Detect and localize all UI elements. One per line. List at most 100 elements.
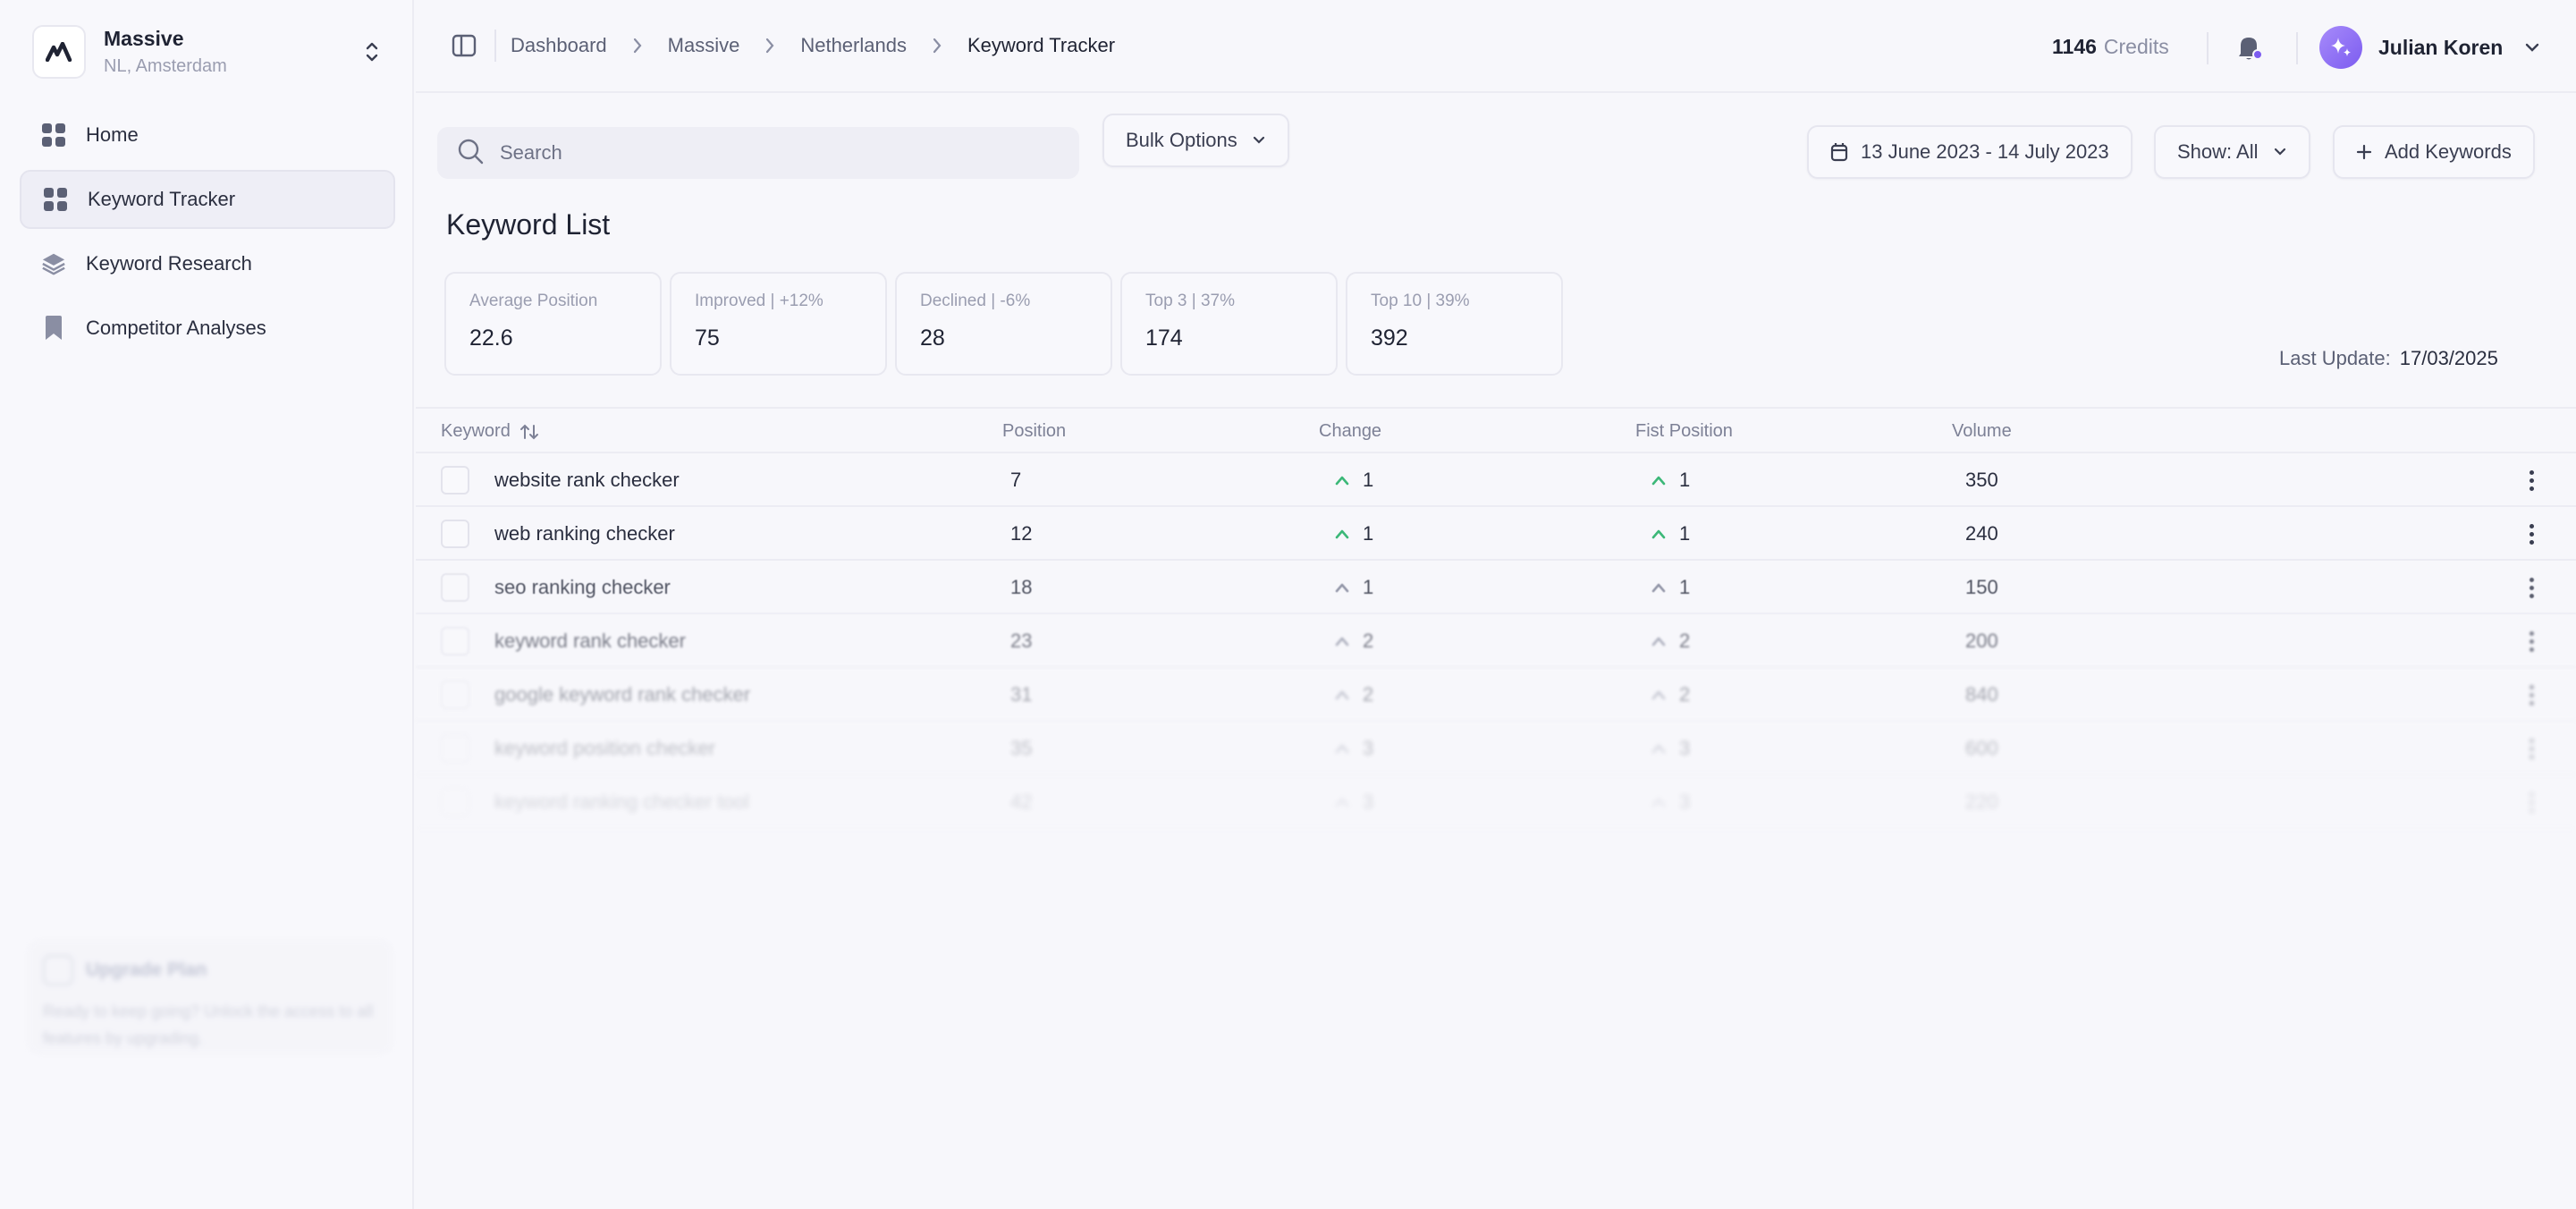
first-position-cell: 2 [1651, 668, 1690, 722]
add-keywords-button[interactable]: Add Keywords [2333, 125, 2535, 179]
bookmark-icon [41, 316, 66, 341]
row-checkbox[interactable] [441, 734, 469, 763]
chevron-right-icon [632, 37, 643, 55]
row-menu-icon[interactable] [2522, 775, 2540, 829]
arrow-up-icon [1334, 582, 1350, 593]
column-header-keyword[interactable]: Keyword [441, 421, 539, 442]
row-checkbox[interactable] [441, 466, 469, 495]
upgrade-plan-card[interactable]: Upgrade Plan Ready to keep going? Unlock… [27, 939, 393, 1055]
table-row[interactable]: keyword rank checker 23 2 2 200 [416, 614, 2576, 668]
stat-card-improved: Improved | +12% 75 [670, 272, 887, 376]
plus-icon [2356, 144, 2372, 160]
date-range-button[interactable]: 13 June 2023 - 14 July 2023 [1807, 125, 2133, 179]
table-header: Keyword Position Change Fist Position Vo… [416, 407, 2576, 453]
row-checkbox[interactable] [441, 788, 469, 816]
row-menu-icon[interactable] [2522, 507, 2540, 561]
position-cell: 12 [1010, 522, 1033, 545]
sidebar-toggle-icon[interactable] [439, 21, 489, 71]
stat-label: Average Position [469, 292, 598, 310]
stat-value: 174 [1145, 326, 1183, 351]
bulk-options-button[interactable]: Bulk Options [1102, 114, 1289, 167]
change-value: 3 [1363, 790, 1374, 813]
table-row[interactable]: seo ranking checker 18 1 1 150 [416, 561, 2576, 614]
divider [2296, 32, 2298, 64]
change-cell: 2 [1334, 668, 1373, 722]
column-header-volume[interactable]: Volume [1952, 421, 2012, 442]
position-cell: 18 [1010, 576, 1033, 598]
last-update-label: Last Update: [2279, 347, 2391, 369]
breadcrumb-massive[interactable]: Massive [668, 34, 740, 57]
keyword-cell: keyword position checker [494, 737, 716, 759]
page-title: Keyword List [446, 208, 611, 241]
keyword-cell: website rank checker [494, 469, 680, 491]
first-position-cell: 1 [1651, 561, 1690, 614]
sidebar-item-home[interactable]: Home [20, 106, 395, 165]
change-value: 1 [1363, 522, 1374, 545]
row-checkbox[interactable] [441, 520, 469, 548]
show-filter-button[interactable]: Show: All [2154, 125, 2310, 179]
arrow-up-icon [1334, 797, 1350, 807]
stat-label: Declined | -6% [920, 292, 1031, 310]
volume-cell: 150 [1965, 576, 1998, 598]
sidebar-item-competitor-analyses[interactable]: Competitor Analyses [20, 299, 395, 358]
first-position-cell: 2 [1651, 614, 1690, 668]
search-bar[interactable] [437, 127, 1079, 179]
avatar [2319, 26, 2362, 69]
first-position-value: 3 [1679, 790, 1691, 813]
arrow-up-icon [1334, 689, 1350, 700]
change-cell: 3 [1334, 722, 1373, 775]
workspace-switcher[interactable]: Massive NL, Amsterdam [20, 13, 395, 91]
change-value: 2 [1363, 683, 1374, 706]
search-input[interactable] [500, 141, 1036, 165]
top-bar: Dashboard Massive Netherlands Keyword Tr… [416, 0, 2576, 93]
row-menu-icon[interactable] [2522, 561, 2540, 614]
calendar-icon [1830, 142, 1848, 162]
bell-icon[interactable] [2234, 32, 2264, 63]
change-cell: 1 [1334, 561, 1373, 614]
table-row[interactable]: web ranking checker 12 1 1 240 [416, 507, 2576, 561]
row-checkbox[interactable] [441, 573, 469, 602]
position-cell: 42 [1010, 790, 1033, 813]
stat-card-top-10: Top 10 | 39% 392 [1346, 272, 1563, 376]
user-menu[interactable]: Julian Koren [2319, 25, 2540, 70]
layers-icon [41, 251, 66, 276]
table-row[interactable]: keyword ranking checker tool 42 3 3 220 [416, 775, 2576, 829]
show-filter-label: Show: All [2177, 140, 2259, 163]
change-value: 1 [1363, 469, 1374, 491]
first-position-value: 2 [1679, 683, 1691, 706]
row-menu-icon[interactable] [2522, 668, 2540, 722]
sidebar-item-keyword-tracker[interactable]: Keyword Tracker [20, 170, 395, 229]
workspace-name: Massive [104, 27, 184, 50]
position-cell: 31 [1010, 683, 1033, 706]
column-header-first-position[interactable]: Fist Position [1635, 421, 1733, 442]
stat-value: 392 [1371, 326, 1408, 351]
row-menu-icon[interactable] [2522, 453, 2540, 507]
arrow-up-icon [1651, 743, 1667, 754]
stat-value: 28 [920, 326, 945, 351]
sidebar-item-keyword-research[interactable]: Keyword Research [20, 234, 395, 293]
add-keywords-label: Add Keywords [2385, 140, 2512, 163]
column-header-position[interactable]: Position [1002, 421, 1066, 442]
keyword-cell: web ranking checker [494, 522, 675, 545]
breadcrumb: Dashboard Massive Netherlands Keyword Tr… [511, 34, 1115, 57]
breadcrumb-netherlands[interactable]: Netherlands [800, 34, 907, 57]
row-menu-icon[interactable] [2522, 614, 2540, 668]
arrow-up-icon [1651, 475, 1667, 486]
row-menu-icon[interactable] [2522, 722, 2540, 775]
last-update: Last Update: 17/03/2025 [2279, 347, 2498, 370]
first-position-value: 3 [1679, 737, 1691, 759]
row-checkbox[interactable] [441, 627, 469, 655]
column-label: Keyword [441, 421, 511, 441]
first-position-value: 2 [1679, 630, 1691, 652]
row-checkbox[interactable] [441, 681, 469, 709]
sidebar-item-label: Competitor Analyses [86, 317, 266, 339]
table-row[interactable]: website rank checker 7 1 1 350 [416, 453, 2576, 507]
volume-cell: 220 [1965, 790, 1998, 813]
table-row[interactable]: keyword position checker 35 3 3 600 [416, 722, 2576, 775]
breadcrumb-dashboard[interactable]: Dashboard [511, 34, 607, 57]
position-cell: 7 [1010, 469, 1022, 491]
table-row[interactable]: google keyword rank checker 31 2 2 840 [416, 668, 2576, 722]
sidebar-item-label: Home [86, 123, 139, 146]
grid-icon [41, 123, 66, 148]
column-header-change[interactable]: Change [1319, 421, 1381, 442]
